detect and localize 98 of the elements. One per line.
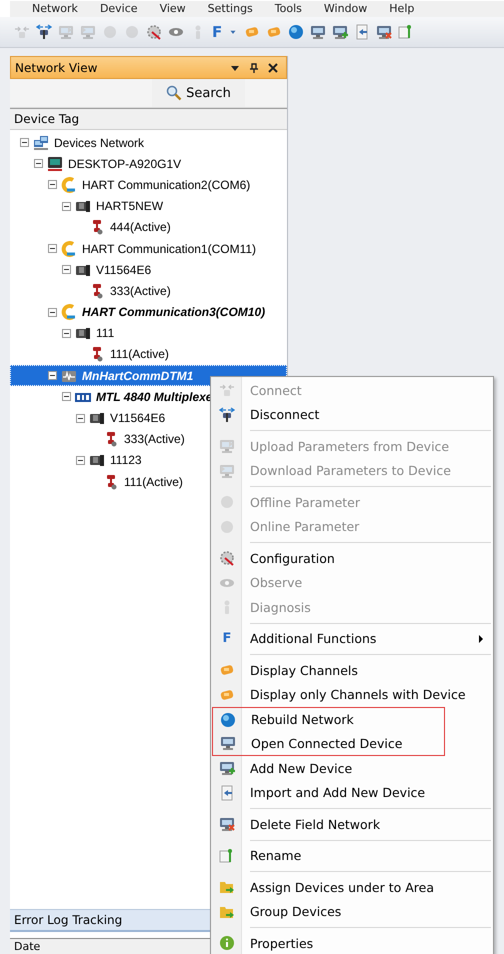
tree-label: HART Communication1(COM11) bbox=[82, 242, 256, 256]
tree-label: 111(Active) bbox=[124, 474, 183, 489]
menu-item[interactable]: Import and Add New Device bbox=[212, 780, 492, 805]
tree-label: 111 bbox=[96, 326, 114, 340]
search-icon bbox=[166, 85, 182, 101]
menu-item[interactable]: Rebuild Network bbox=[212, 707, 445, 732]
tree-item[interactable]: 111(Active) bbox=[10, 344, 287, 366]
circle-icon bbox=[219, 518, 235, 535]
menu-item[interactable]: Delete Field Network bbox=[212, 812, 492, 836]
menu-item[interactable]: Configuration bbox=[212, 546, 492, 570]
tree-item[interactable]: HART Communication2(COM6) bbox=[10, 174, 287, 196]
menu-item[interactable]: Disconnect bbox=[212, 402, 492, 427]
tree-label: V11564E6 bbox=[96, 262, 152, 277]
menu-item[interactable]: Help bbox=[389, 2, 414, 16]
tree-label: 111(Active) bbox=[110, 347, 169, 362]
pin-icon[interactable] bbox=[249, 62, 259, 72]
expander-icon[interactable] bbox=[48, 371, 57, 380]
device-icon bbox=[75, 325, 91, 342]
tree-item[interactable]: V11564E6 bbox=[10, 259, 287, 280]
tree-label: 333(Active) bbox=[124, 432, 185, 446]
menu-item[interactable]: Network bbox=[32, 2, 78, 16]
tree-label: DESKTOP-A920G1V bbox=[68, 156, 182, 171]
monitor-icon bbox=[220, 735, 236, 752]
expander-icon[interactable] bbox=[62, 265, 71, 274]
menu-item[interactable]: Rename bbox=[212, 844, 492, 868]
modem-icon bbox=[61, 304, 77, 320]
expander-icon[interactable] bbox=[48, 308, 57, 317]
menu-item[interactable]: Display Channels bbox=[212, 658, 492, 682]
import-icon[interactable] bbox=[354, 24, 370, 40]
tree-item[interactable]: HART Communication1(COM11) bbox=[10, 238, 287, 260]
monitor-delete-icon bbox=[219, 816, 235, 832]
device-icon bbox=[89, 410, 105, 426]
info-icon bbox=[219, 935, 235, 952]
menu-item[interactable]: F Additional Functions bbox=[212, 626, 492, 651]
expander-icon[interactable] bbox=[76, 414, 85, 423]
monitor-icon[interactable] bbox=[310, 24, 326, 40]
tree-label: HART Communication2(COM6) bbox=[82, 178, 250, 192]
toolbar-button[interactable]: F bbox=[212, 23, 222, 41]
letter-icon: F bbox=[222, 630, 232, 647]
modem-icon bbox=[61, 176, 77, 193]
tree-label: MnHartCommDTM1 bbox=[82, 368, 194, 383]
network-icon bbox=[33, 134, 49, 151]
tree-label: 444(Active) bbox=[110, 220, 171, 234]
menu-item[interactable]: Display only Channels with Device bbox=[212, 682, 492, 707]
search-button[interactable]: Search bbox=[152, 79, 245, 107]
menu-item[interactable]: Open Connected Device bbox=[212, 732, 445, 756]
document-icon bbox=[219, 848, 235, 864]
tree-label: MTL 4840 Multiplexe bbox=[96, 390, 212, 404]
tree-item[interactable]: DESKTOP-A920G1V bbox=[10, 153, 287, 174]
column-header: Device Tag bbox=[10, 108, 287, 130]
expander-icon[interactable] bbox=[62, 202, 71, 211]
menu-item[interactable]: Add New Device bbox=[212, 756, 492, 780]
tree-item[interactable]: 111 bbox=[10, 322, 287, 344]
globe-icon[interactable] bbox=[288, 24, 304, 40]
panel-title: Network View bbox=[15, 60, 98, 74]
tree-item[interactable]: HART5NEW bbox=[10, 196, 287, 217]
menu-item[interactable]: View bbox=[160, 2, 186, 16]
monitor-download-icon bbox=[219, 462, 235, 479]
tree-item[interactable]: Devices Network bbox=[10, 132, 287, 154]
expander-icon[interactable] bbox=[48, 180, 57, 190]
disconnect-icon[interactable] bbox=[36, 24, 52, 40]
device-icon bbox=[75, 198, 91, 214]
expander-icon[interactable] bbox=[20, 138, 29, 148]
import-icon bbox=[219, 784, 235, 801]
expander-icon[interactable] bbox=[48, 244, 57, 254]
tree-label: 333(Active) bbox=[110, 284, 171, 298]
gear-icon bbox=[219, 550, 235, 566]
tree-label: V11564E6 bbox=[110, 411, 166, 426]
expander-icon[interactable] bbox=[76, 456, 85, 465]
gear-icon[interactable] bbox=[146, 24, 162, 40]
expander-icon[interactable] bbox=[62, 392, 71, 402]
expander-icon[interactable] bbox=[34, 159, 43, 168]
expander-icon[interactable] bbox=[62, 328, 71, 338]
menu-item[interactable]: Device bbox=[100, 2, 138, 16]
globe-icon bbox=[220, 712, 236, 728]
tree-item[interactable]: 444(Active) bbox=[10, 216, 287, 238]
modem-icon bbox=[61, 240, 77, 257]
tree-item[interactable]: 333(Active) bbox=[10, 280, 287, 302]
arrows-icon bbox=[219, 382, 235, 398]
circle-icon bbox=[219, 494, 235, 510]
menu-item[interactable]: Assign Devices under to Area bbox=[212, 875, 492, 900]
menu-item[interactable]: Tools bbox=[274, 2, 302, 16]
close-icon[interactable] bbox=[268, 62, 278, 72]
tree-label: 11123 bbox=[110, 453, 142, 468]
menu-item[interactable]: Window bbox=[324, 2, 368, 16]
folder-arrow-icon bbox=[219, 879, 235, 896]
monitor-add-icon[interactable] bbox=[332, 24, 348, 40]
tree-label: HART5NEW bbox=[96, 199, 164, 214]
tree-item[interactable]: HART Communication3(COM10) bbox=[10, 302, 287, 323]
menu-item[interactable]: Settings bbox=[208, 2, 253, 16]
tree-label: HART Communication3(COM10) bbox=[82, 305, 266, 320]
computer-icon bbox=[47, 156, 63, 172]
device-icon bbox=[89, 452, 105, 468]
monitor-add-icon bbox=[219, 760, 235, 776]
monitor-upload-icon bbox=[219, 438, 235, 454]
tree-label: Devices Network bbox=[54, 136, 144, 150]
disconnect-icon bbox=[219, 406, 235, 423]
monitor-delete-icon[interactable] bbox=[376, 24, 392, 40]
